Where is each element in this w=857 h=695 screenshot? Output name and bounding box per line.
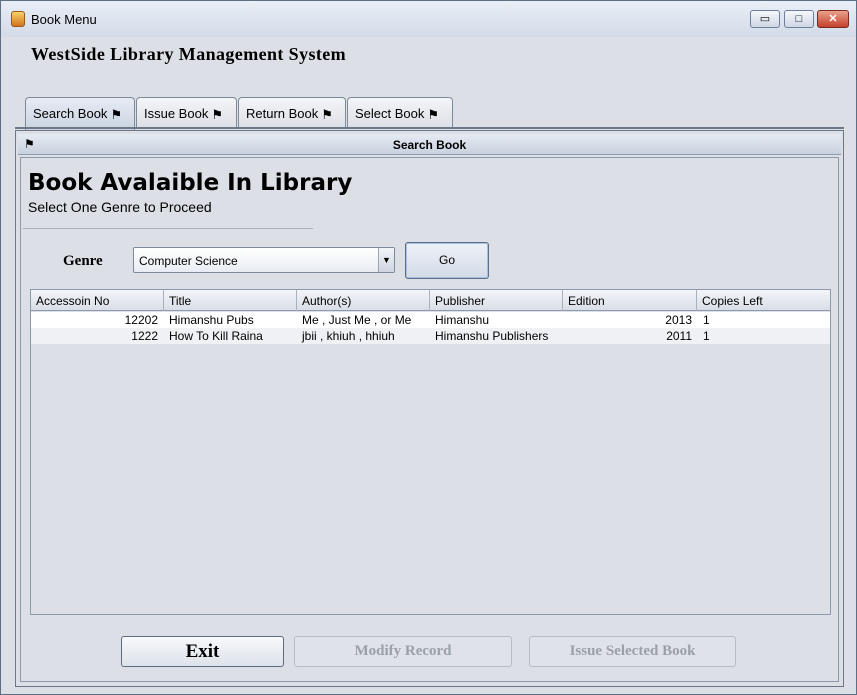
tab-issue-book[interactable]: Issue Book ⚑: [136, 97, 237, 128]
table-cell: 1222: [131, 329, 158, 343]
table-cell: Himanshu: [435, 313, 490, 327]
frame-title: Search Book: [392, 138, 467, 152]
tab-return-book[interactable]: Return Book ⚑: [238, 97, 346, 128]
table-row[interactable]: 12202 Himanshu Pubs Me , Just Me , or Me…: [31, 312, 830, 328]
genre-select[interactable]: Computer Science ▼: [133, 247, 395, 273]
search-panel: Book Avalaible In Library Select One Gen…: [20, 157, 839, 682]
table-cell: 2011: [666, 329, 692, 343]
flag-icon: ⚑: [211, 106, 223, 122]
tab-label: Return Book: [246, 106, 319, 121]
table-cell: 2013: [665, 313, 692, 327]
book-menu-window: Book Menu ▭ □ ✕ WestSide Library Managem…: [0, 0, 857, 695]
table-header: Accessoin No Title Author(s) Publisher E…: [31, 290, 830, 311]
frame-title-bar[interactable]: ⚑ Search Book: [18, 134, 841, 155]
title-bar[interactable]: Book Menu ▭ □ ✕: [1, 1, 856, 37]
minimize-button[interactable]: ▭: [750, 10, 780, 28]
column-header[interactable]: Author(s): [297, 290, 430, 311]
genre-value: Computer Science: [139, 254, 238, 268]
column-header[interactable]: Accessoin No: [31, 290, 164, 311]
exit-button[interactable]: Exit: [121, 636, 284, 667]
table-cell: How To Kill Raina: [169, 329, 263, 343]
tab-select-book[interactable]: Select Book ⚑: [347, 97, 453, 128]
table-cell: 12202: [124, 313, 158, 327]
flag-icon: ⚑: [321, 106, 333, 122]
modify-record-button[interactable]: Modify Record: [294, 636, 512, 667]
app-title: WestSide Library Management System: [31, 44, 347, 64]
close-button[interactable]: ✕: [817, 10, 849, 28]
tab-label: Select Book: [355, 106, 425, 121]
dropdown-arrow-icon[interactable]: ▼: [378, 248, 394, 272]
table-cell: Himanshu Pubs: [169, 313, 254, 327]
table-cell: Me , Just Me , or Me: [302, 313, 412, 327]
search-book-frame: ⚑ Search Book Book Avalaible In Library …: [15, 130, 844, 687]
tab-label: Issue Book: [144, 106, 209, 121]
tab-divider: [15, 127, 844, 129]
maximize-button[interactable]: □: [784, 10, 814, 28]
tab-search-book[interactable]: Search Book ⚑: [25, 97, 135, 130]
column-header[interactable]: Publisher: [430, 290, 563, 311]
page-subheading: Select One Genre to Proceed: [28, 199, 212, 215]
tab-label: Search Book: [33, 106, 108, 121]
column-header[interactable]: Copies Left: [697, 290, 830, 311]
window-title: Book Menu: [31, 12, 97, 27]
books-table: Accessoin No Title Author(s) Publisher E…: [30, 289, 831, 615]
table-cell: jbii , khiuh , hhiuh: [302, 329, 395, 343]
separator: [23, 228, 313, 229]
table-cell: 1: [703, 313, 710, 327]
column-header[interactable]: Edition: [563, 290, 697, 311]
app-icon: [11, 11, 25, 27]
table-cell: Himanshu Publishers: [435, 329, 549, 343]
page-heading: Book Avalaible In Library: [28, 170, 353, 196]
table-cell: 1: [703, 329, 710, 343]
flag-icon: ⚑: [110, 106, 123, 122]
table-row[interactable]: 1222 How To Kill Raina jbii , khiuh , hh…: [31, 328, 830, 344]
column-header[interactable]: Title: [164, 290, 297, 311]
flag-icon: ⚑: [427, 106, 440, 122]
go-button[interactable]: Go: [405, 242, 489, 279]
genre-label: Genre: [63, 253, 103, 269]
issue-selected-book-button[interactable]: Issue Selected Book: [529, 636, 736, 667]
